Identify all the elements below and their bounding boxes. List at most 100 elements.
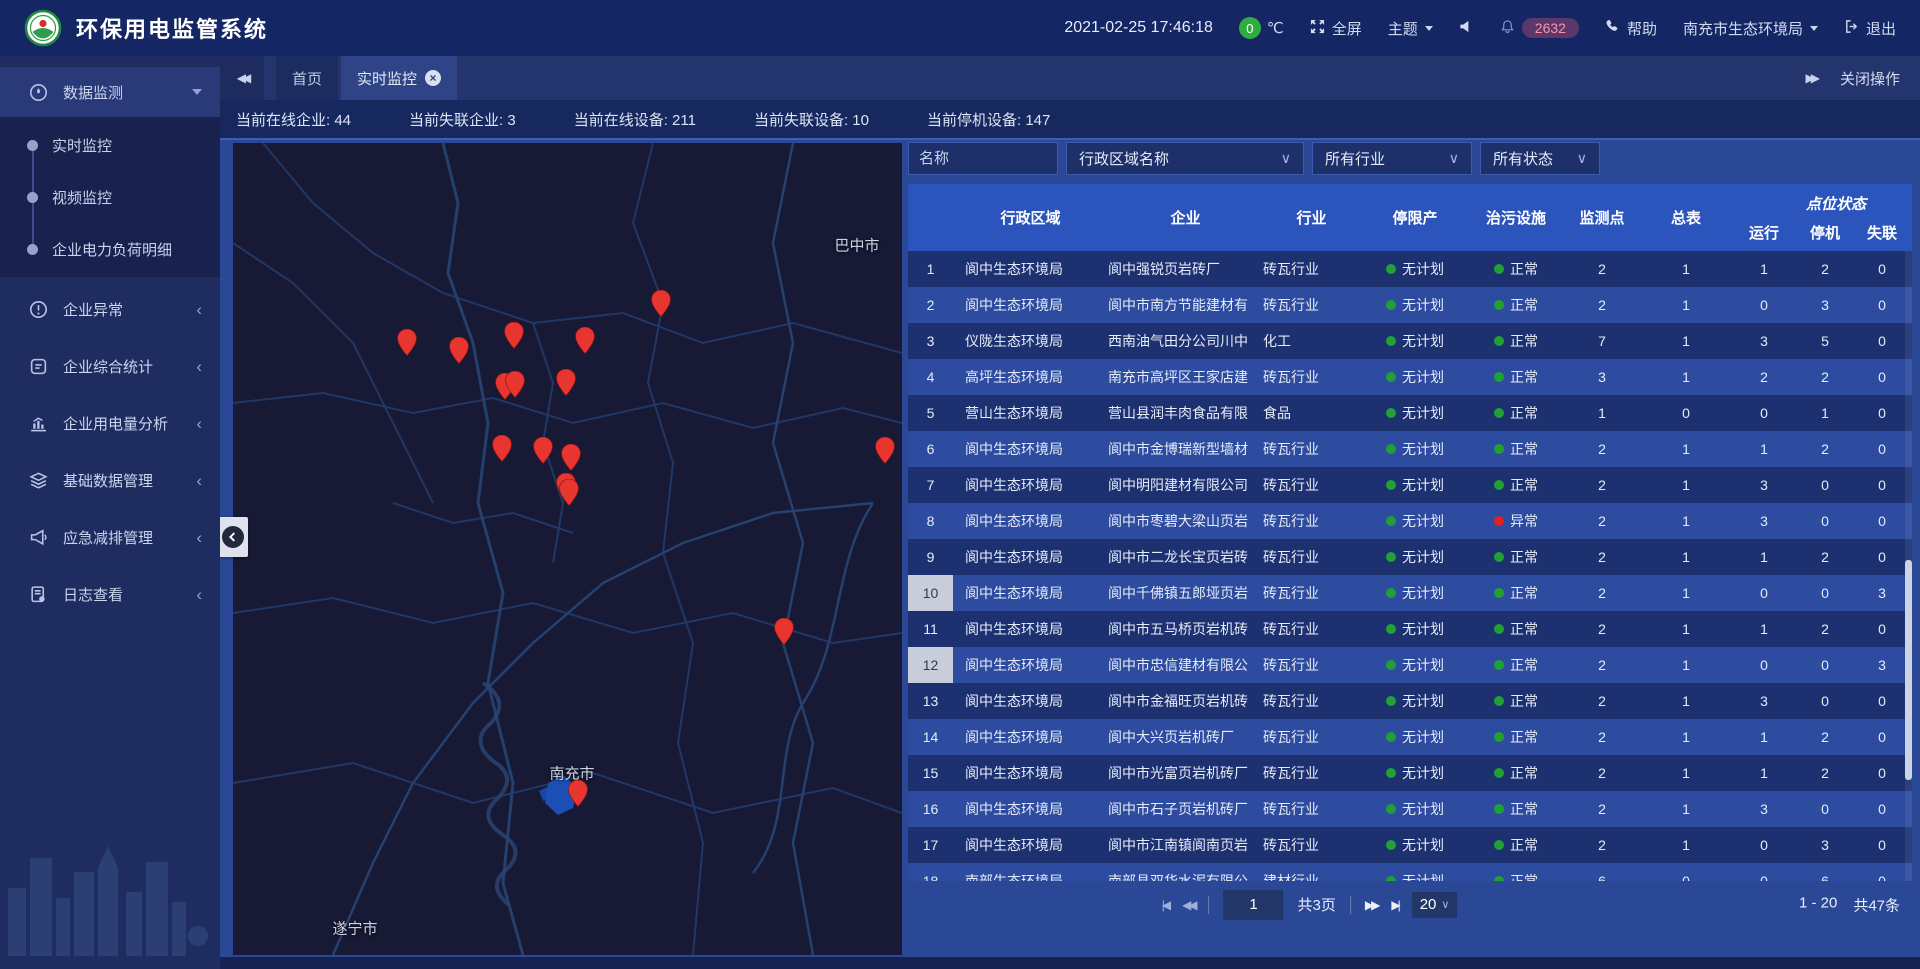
next-page-button[interactable]: ▶▶: [1365, 898, 1377, 912]
org-dropdown[interactable]: 南充市生态环境局: [1683, 18, 1818, 39]
filter-bar: 行政区域名称 ∨ 所有行业 ∨ 所有状态 ∨: [908, 142, 1912, 175]
monitor-points-cell: 7: [1562, 323, 1642, 359]
map-pin-icon[interactable]: [561, 444, 581, 471]
stat-item: 当前失联设备: 10: [754, 109, 869, 130]
row-index-cell: 3: [908, 323, 953, 359]
region-filter-select[interactable]: 行政区域名称 ∨: [1066, 142, 1304, 175]
table-row[interactable]: 5营山生态环境局营山县润丰肉食品有限食品无计划正常10010: [908, 395, 1912, 431]
status-dot-icon: [1386, 444, 1396, 454]
running-count-cell: 1: [1730, 719, 1798, 755]
map-panel[interactable]: 巴中市南充市遂宁市: [233, 143, 902, 955]
map-pin-icon[interactable]: [492, 435, 512, 462]
table-row[interactable]: 18南部生态环境局南部县双华水泥有限公建材行业无计划正常60060: [908, 863, 1912, 881]
map-pin-icon[interactable]: [505, 371, 525, 398]
table-row[interactable]: 7阆中生态环境局阆中明阳建材有限公司砖瓦行业无计划正常21300: [908, 467, 1912, 503]
status-dot-icon: [1494, 264, 1504, 274]
region-cell: 阆中生态环境局: [953, 755, 1108, 791]
table-row[interactable]: 4高坪生态环境局南充市高坪区王家店建砖瓦行业无计划正常31220: [908, 359, 1912, 395]
sidebar-group-logs[interactable]: 日志查看‹: [0, 569, 220, 619]
company-cell: 阆中市石子页岩机砖厂: [1108, 791, 1263, 827]
chevron-down-icon: [1810, 26, 1818, 31]
help-button[interactable]: 帮助: [1605, 18, 1657, 39]
stopped-count-cell: 2: [1798, 539, 1852, 575]
industry-filter-select[interactable]: 所有行业 ∨: [1312, 142, 1472, 175]
status-filter-select[interactable]: 所有状态 ∨: [1480, 142, 1600, 175]
map-pin-icon[interactable]: [559, 479, 579, 506]
table-row[interactable]: 11阆中生态环境局阆中市五马桥页岩机砖砖瓦行业无计划正常21120: [908, 611, 1912, 647]
notifications-button[interactable]: 2632: [1500, 18, 1579, 38]
log-icon: [28, 584, 48, 604]
scrollbar-track[interactable]: [1905, 251, 1912, 881]
map-pin-icon[interactable]: [397, 329, 417, 356]
facility-status-cell: 正常: [1470, 791, 1562, 827]
monitor-points-cell: 2: [1562, 287, 1642, 323]
scrollbar-thumb[interactable]: [1905, 560, 1912, 780]
table-row[interactable]: 17阆中生态环境局阆中市江南镇阆南页岩砖瓦行业无计划正常21030: [908, 827, 1912, 863]
chevron-down-icon: [1425, 26, 1433, 31]
map-pin-icon[interactable]: [556, 369, 576, 396]
status-text: 无计划: [1402, 511, 1444, 531]
sidebar-group-emergency[interactable]: 应急减排管理‹: [0, 512, 220, 562]
double-right-arrow-icon[interactable]: ▶▶: [1806, 71, 1820, 85]
stat-item: 当前在线企业: 44: [236, 109, 351, 130]
table-row[interactable]: 15阆中生态环境局阆中市光富页岩机砖厂砖瓦行业无计划正常21120: [908, 755, 1912, 791]
sidebar-item-realtime[interactable]: 实时监控: [0, 119, 220, 171]
table-row[interactable]: 1阆中生态环境局阆中强锐页岩砖厂砖瓦行业无计划正常21120: [908, 251, 1912, 287]
name-filter-input[interactable]: [908, 142, 1058, 175]
table-row[interactable]: 12阆中生态环境局阆中市忠信建材有限公砖瓦行业无计划正常21003: [908, 647, 1912, 683]
sidebar-group-power-analysis[interactable]: 企业用电量分析‹: [0, 398, 220, 448]
stop-plan-cell: 无计划: [1360, 827, 1470, 863]
col-header: 行政区域: [953, 184, 1108, 251]
map-pin-icon[interactable]: [533, 437, 553, 464]
tab-scroll-left-button[interactable]: ◀◀: [220, 56, 264, 100]
facility-status-cell: 正常: [1470, 431, 1562, 467]
close-operations-button[interactable]: 关闭操作: [1840, 68, 1900, 89]
running-count-cell: 3: [1730, 323, 1798, 359]
map-pin-icon[interactable]: [875, 437, 895, 464]
disconnected-count-cell: 0: [1852, 791, 1912, 827]
status-dot-icon: [1494, 516, 1504, 526]
sidebar-group-base-data[interactable]: 基础数据管理‹: [0, 455, 220, 505]
page-number-input[interactable]: [1224, 890, 1284, 920]
status-dot-icon: [1494, 408, 1504, 418]
table-row[interactable]: 16阆中生态环境局阆中市石子页岩机砖厂砖瓦行业无计划正常21300: [908, 791, 1912, 827]
map-pin-icon[interactable]: [575, 327, 595, 354]
table-row[interactable]: 6阆中生态环境局阆中市金博瑞新型墙材砖瓦行业无计划正常21120: [908, 431, 1912, 467]
status-dot-icon: [1494, 552, 1504, 562]
sidebar-item-load-detail[interactable]: 企业电力负荷明细: [0, 223, 220, 275]
map-pin-icon[interactable]: [651, 290, 671, 317]
table-row[interactable]: 9阆中生态环境局阆中市二龙长宝页岩砖砖瓦行业无计划正常21120: [908, 539, 1912, 575]
sound-button[interactable]: [1459, 19, 1474, 38]
sidebar-item-video[interactable]: 视频监控: [0, 171, 220, 223]
theme-dropdown[interactable]: 主题: [1388, 18, 1433, 39]
panel-collapse-button[interactable]: [218, 517, 248, 557]
table-row[interactable]: 10阆中生态环境局阆中千佛镇五郎垭页岩砖瓦行业无计划正常21003: [908, 575, 1912, 611]
fullscreen-icon: [1310, 19, 1325, 38]
prev-page-button[interactable]: ◀◀: [1182, 898, 1194, 912]
table-row[interactable]: 14阆中生态环境局阆中大兴页岩机砖厂砖瓦行业无计划正常21120: [908, 719, 1912, 755]
table-row[interactable]: 13阆中生态环境局阆中市金福旺页岩机砖砖瓦行业无计划正常21300: [908, 683, 1912, 719]
last-page-button[interactable]: ▶|: [1391, 898, 1397, 912]
tab-close-icon[interactable]: ×: [425, 70, 441, 86]
first-page-button[interactable]: |◀: [1162, 898, 1168, 912]
map-pin-icon[interactable]: [568, 780, 588, 807]
table-row[interactable]: 3仪陇生态环境局西南油气田分公司川中化工无计划正常71350: [908, 323, 1912, 359]
map-pin-icon[interactable]: [449, 337, 469, 364]
table-row[interactable]: 2阆中生态环境局阆中市南方节能建材有砖瓦行业无计划正常21030: [908, 287, 1912, 323]
sidebar-group-data-monitor[interactable]: 数据监测: [0, 67, 220, 117]
disconnected-count-cell: 0: [1852, 863, 1912, 881]
region-cell: 阆中生态环境局: [953, 467, 1108, 503]
sidebar-group-enterprise-abnormal[interactable]: 企业异常‹: [0, 284, 220, 334]
tab-realtime[interactable]: 实时监控×: [341, 56, 457, 100]
exit-button[interactable]: 退出: [1844, 18, 1896, 39]
tab-home[interactable]: 首页: [276, 56, 338, 100]
map-pin-icon[interactable]: [774, 618, 794, 645]
page-size-select[interactable]: 20 ∨: [1412, 892, 1458, 918]
map-pin-icon[interactable]: [504, 322, 524, 349]
status-text: 无计划: [1402, 799, 1444, 819]
fullscreen-button[interactable]: 全屏: [1310, 18, 1362, 39]
sidebar-group-enterprise-stats[interactable]: 企业综合统计‹: [0, 341, 220, 391]
company-cell: 阆中市二龙长宝页岩砖: [1108, 539, 1263, 575]
stop-plan-cell: 无计划: [1360, 323, 1470, 359]
table-row[interactable]: 8阆中生态环境局阆中市枣碧大梁山页岩砖瓦行业无计划异常21300: [908, 503, 1912, 539]
